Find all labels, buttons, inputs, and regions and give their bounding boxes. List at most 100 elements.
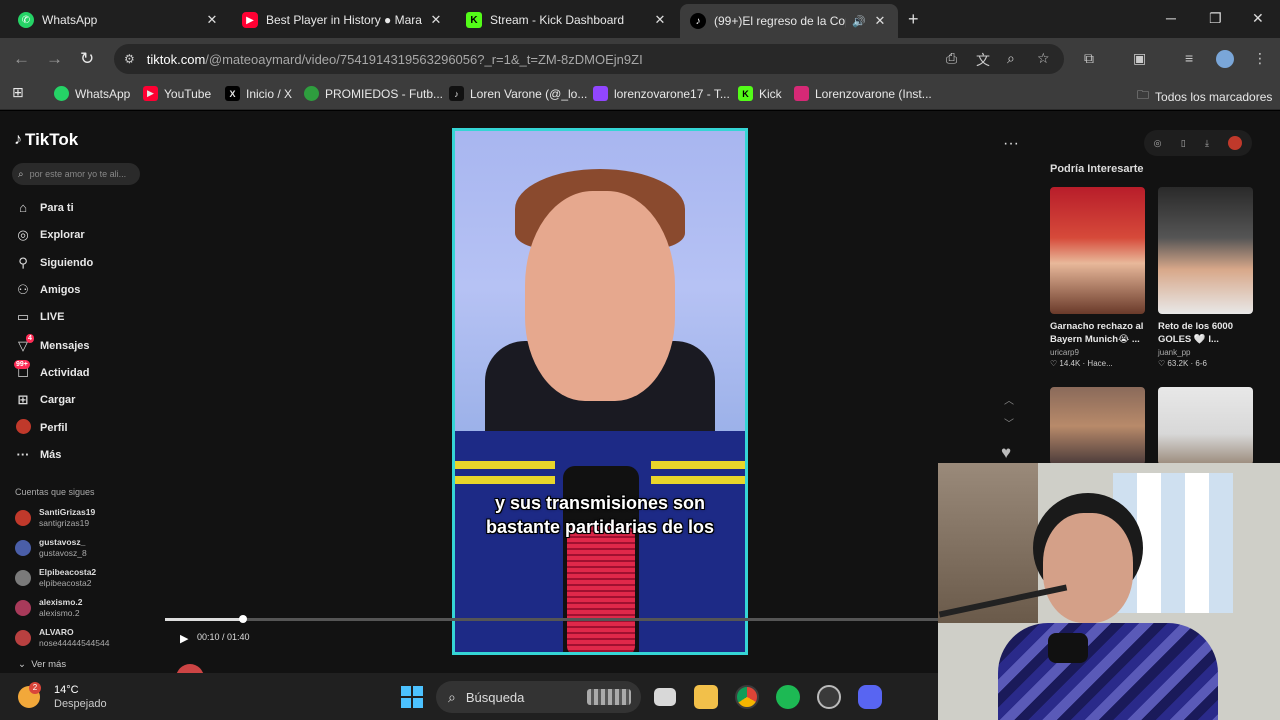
video-caption: y sus transmisiones son bastante partida… — [455, 491, 745, 539]
recommendation-card[interactable] — [1158, 387, 1253, 465]
play-icon[interactable]: ▶ — [180, 632, 188, 645]
tiktok-icon: ♪ — [449, 86, 464, 101]
apps-grid-icon[interactable]: ⊞ — [12, 84, 24, 101]
messages-icon: ▽ 4 — [18, 334, 34, 353]
split-view-icon[interactable]: ▣ — [1133, 50, 1146, 67]
bookmark-whatsapp[interactable]: WhatsApp — [54, 86, 130, 101]
bookmark-label: PROMIEDOS - Futb... — [325, 86, 444, 101]
chevron-down-icon[interactable]: ﹀ — [1004, 415, 1014, 430]
speaker-icon[interactable]: 🔊 — [852, 15, 866, 28]
task-view-icon[interactable] — [654, 688, 676, 706]
close-icon[interactable]: ✕ — [872, 13, 888, 29]
following-account[interactable]: SantiGrizas19 santigrizas19 — [15, 507, 95, 529]
profile-avatar[interactable] — [1216, 50, 1234, 68]
download-icon[interactable]: ⤓ — [1205, 138, 1209, 149]
back-button[interactable]: ← — [13, 49, 30, 69]
restore-button[interactable]: ❐ — [1209, 10, 1222, 27]
bookmark-tiktok[interactable]: ♪ Loren Varone (@_lo... — [449, 86, 587, 101]
account-user: elpibeacosta2 — [39, 578, 92, 588]
new-tab-button[interactable]: + — [908, 9, 919, 30]
jacket-stripe — [455, 476, 555, 484]
zoom-icon[interactable]: ⌕ — [1007, 50, 1015, 67]
coins-icon[interactable]: ◎ — [1154, 138, 1162, 149]
windows-start-button[interactable] — [401, 686, 423, 708]
twitch-icon — [593, 86, 608, 101]
chrome-icon[interactable] — [735, 685, 759, 709]
account-user: nose44444544544 — [39, 638, 110, 648]
account-user: santigrizas19 — [39, 518, 90, 528]
chevron-up-icon[interactable]: ︿ — [1004, 392, 1014, 407]
close-icon[interactable]: ✕ — [428, 12, 444, 28]
bookmark-twitch[interactable]: lorenzovarone17 - T... — [593, 86, 730, 101]
bookmark-instagram[interactable]: Lorenzovarone (Inst... — [794, 86, 932, 101]
all-bookmarks[interactable]: 🗀 Todos los marcadores — [1137, 86, 1272, 107]
bookmark-promiedos[interactable]: PROMIEDOS - Futb... — [304, 86, 443, 101]
nav-label: Actividad — [40, 367, 90, 379]
video-progress-bar[interactable] — [165, 615, 940, 623]
following-account[interactable]: alexismo.2 alexismo.2 — [15, 597, 82, 619]
site-info-icon[interactable]: ⚙ — [124, 52, 135, 66]
tiktok-icon: ♪ — [14, 131, 22, 148]
following-icon: ⚲ — [18, 255, 28, 270]
following-account[interactable]: gustavosz_ gustavosz_8 — [15, 537, 87, 559]
obs-icon[interactable] — [817, 685, 841, 709]
tab-kick[interactable]: K Stream - Kick Dashboard ✕ — [456, 6, 678, 34]
recommendation-card[interactable] — [1050, 387, 1145, 465]
following-account[interactable]: ALVARO nose44444544544 — [15, 627, 109, 649]
nav-live[interactable]: ▭ LIVE — [14, 309, 65, 325]
minimize-button[interactable]: ─ — [1166, 10, 1176, 26]
tab-tiktok[interactable]: ♪ (99+)El regreso de la Copa 🔊 ✕ — [680, 4, 898, 38]
nav-amigos[interactable]: ⚇ Amigos — [14, 282, 80, 298]
tab-whatsapp[interactable]: ✆ WhatsApp ✕ — [8, 6, 230, 34]
taskbar-search[interactable]: ⌕ Búsqueda — [436, 681, 641, 713]
close-window-button[interactable]: ✕ — [1252, 10, 1264, 27]
nav-mensajes[interactable]: ▽ 4 Mensajes — [14, 334, 90, 354]
nav-siguiendo[interactable]: ⚲ Siguiendo — [14, 255, 93, 271]
bookmark-youtube[interactable]: ▶ YouTube — [143, 86, 211, 101]
bookmark-label: Loren Varone (@_lo... — [470, 86, 588, 101]
close-icon[interactable]: ✕ — [204, 12, 220, 28]
discord-icon[interactable] — [858, 685, 882, 709]
tiktok-logo[interactable]: ♪ TikTok — [14, 130, 78, 150]
nav-label: Para ti — [40, 201, 74, 214]
translate-icon[interactable]: 文 — [976, 50, 990, 70]
tablet-icon[interactable]: ▯ — [1181, 138, 1186, 149]
nav-cargar[interactable]: ⊞ Cargar — [14, 392, 76, 408]
recommendation-card[interactable]: Garnacho rechazo al Bayern Munich😭 ... u… — [1050, 187, 1145, 368]
header-actions: ◎ ▯ ⤓ — [1144, 130, 1252, 156]
address-bar[interactable]: ⚙ tiktok.com/@mateoaymard/video/75419143… — [114, 44, 1064, 74]
tab-youtube[interactable]: ▶ Best Player in History ● Marado ✕ — [232, 6, 454, 34]
nav-mas[interactable]: ··· Más — [14, 447, 62, 462]
reload-button[interactable]: ↻ — [80, 49, 94, 69]
nav-actividad[interactable]: ☐ 99+ Actividad — [14, 360, 90, 381]
media-controls-icon[interactable]: ≡ — [1185, 50, 1193, 66]
bookmark-star-icon[interactable]: ☆ — [1037, 50, 1050, 67]
file-explorer-icon[interactable] — [694, 685, 718, 709]
see-more-link[interactable]: ⌄ Ver más — [18, 659, 66, 670]
avatar — [15, 570, 31, 586]
nav-perfil[interactable]: Perfil — [14, 419, 68, 437]
account-name: gustavosz_ — [39, 537, 86, 547]
bookmark-kick[interactable]: K Kick — [738, 86, 782, 101]
compass-icon: ◎ — [17, 227, 29, 242]
close-icon[interactable]: ✕ — [652, 12, 668, 28]
video-player[interactable]: y sus transmisiones son bastante partida… — [452, 128, 748, 655]
bookmark-x[interactable]: X Inicio / X — [225, 86, 292, 101]
bookmark-label: Lorenzovarone (Inst... — [815, 86, 932, 101]
following-account[interactable]: Elpibeacosta2 elpibeacosta2 — [15, 567, 96, 589]
recommendation-card[interactable]: Reto de los 6000 GOLES 🤍 I... juank_pp ♡… — [1158, 187, 1253, 368]
card-stats: ♡ 14.4K · Hace... — [1050, 359, 1113, 368]
install-app-icon[interactable]: ⎙ — [946, 50, 957, 67]
progress-handle[interactable] — [238, 615, 247, 623]
like-icon[interactable]: ♥ — [1001, 443, 1011, 463]
extensions-icon[interactable]: ⧉ — [1084, 50, 1094, 67]
more-options-icon[interactable]: ··· — [1003, 135, 1019, 153]
spotify-icon[interactable] — [776, 685, 800, 709]
profile-avatar[interactable] — [1228, 136, 1243, 150]
nav-explorar[interactable]: ◎ Explorar — [14, 227, 84, 243]
forward-button[interactable]: → — [46, 49, 63, 69]
nav-para-ti[interactable]: ⌂ Para ti — [14, 200, 74, 215]
search-input[interactable]: ⌕ por este amor yo te ali... — [12, 163, 140, 185]
tab-title: WhatsApp — [42, 13, 98, 27]
menu-icon[interactable]: ⋮ — [1253, 50, 1267, 67]
